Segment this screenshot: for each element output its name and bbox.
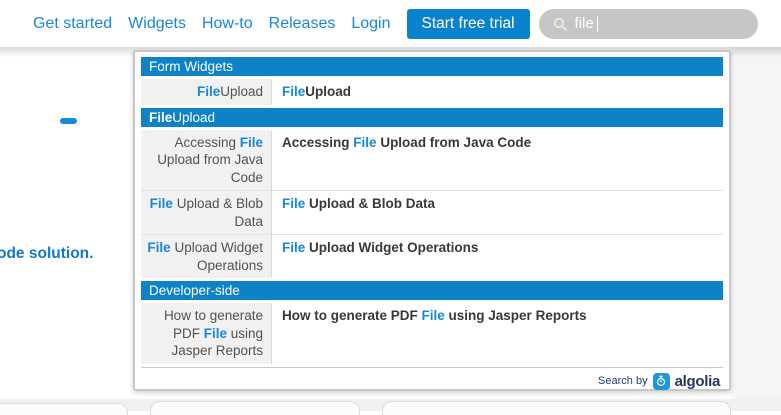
result-title-cell: File Upload Widget Operations xyxy=(272,235,723,278)
search-pill[interactable] xyxy=(539,9,758,39)
start-free-trial-button[interactable]: Start free trial xyxy=(407,9,530,39)
match-highlight: File xyxy=(353,135,376,150)
dropdown-sections: Form WidgetsFileUploadFileUploadFileUplo… xyxy=(141,57,723,364)
algolia-attribution[interactable]: Search by algolia xyxy=(141,368,723,390)
result-text: Form Widgets xyxy=(149,59,233,74)
section-header: Form Widgets xyxy=(141,57,723,76)
nav-link-widgets[interactable]: Widgets xyxy=(128,15,186,32)
algolia-wordmark: algolia xyxy=(675,373,720,390)
heading-accent-dash xyxy=(60,118,77,124)
result-text: Upload & Blob Data xyxy=(173,196,263,229)
nav-links: Get started Widgets How-to Releases Login xyxy=(33,15,407,33)
result-row[interactable]: Accessing File Upload from Java CodeAcce… xyxy=(141,130,723,191)
result-text: Upload xyxy=(305,84,351,99)
match-highlight: File xyxy=(197,84,220,99)
result-text: How to generate PDF xyxy=(282,308,422,323)
background-card xyxy=(150,401,360,415)
result-text: Upload Widget Operations xyxy=(305,240,478,255)
match-highlight: File xyxy=(282,84,305,99)
result-text: Accessing xyxy=(174,135,239,150)
match-highlight: File xyxy=(422,308,445,323)
match-highlight: File xyxy=(149,110,172,125)
page-heading-fragment: ode solution. xyxy=(0,245,93,263)
background-card xyxy=(0,403,128,415)
result-row[interactable]: File Upload & Blob DataFile Upload & Blo… xyxy=(141,190,723,234)
result-label-cell: File Upload Widget Operations xyxy=(141,235,272,278)
result-title-cell: FileUpload xyxy=(272,79,723,105)
result-text: using Jasper Reports xyxy=(445,308,587,323)
nav-link-login[interactable]: Login xyxy=(351,15,390,32)
result-label-cell: How to generate PDF File using Jasper Re… xyxy=(141,303,272,364)
text-caret xyxy=(597,16,599,32)
section-header: FileUpload xyxy=(141,108,723,127)
navbar: Get started Widgets How-to Releases Login St… xyxy=(0,0,781,47)
result-text: Upload from Java Code xyxy=(377,135,532,150)
result-label-cell: FileUpload xyxy=(141,79,272,105)
match-highlight: File xyxy=(204,326,227,341)
nav-link-releases[interactable]: Releases xyxy=(269,15,336,32)
result-title-cell: How to generate PDF File using Jasper Re… xyxy=(272,303,723,364)
background-card xyxy=(382,401,731,415)
nav-link-how-to[interactable]: How-to xyxy=(202,15,253,32)
section-header: Developer-side xyxy=(141,281,723,300)
search-input[interactable] xyxy=(575,15,758,32)
result-text: Developer-side xyxy=(149,283,240,298)
magnifier-icon xyxy=(552,16,568,32)
result-text: Upload Widget Operations xyxy=(171,240,263,273)
match-highlight: File xyxy=(147,240,170,255)
nav-link-get-started[interactable]: Get started xyxy=(33,15,112,32)
result-text: Upload xyxy=(172,110,215,125)
search-dropdown: Form WidgetsFileUploadFileUploadFileUplo… xyxy=(133,50,731,391)
result-text: Upload & Blob Data xyxy=(305,196,435,211)
page-background-right xyxy=(731,47,781,411)
match-highlight: File xyxy=(282,196,305,211)
algolia-logo-icon xyxy=(653,373,670,390)
result-row[interactable]: How to generate PDF File using Jasper Re… xyxy=(141,303,723,364)
result-text: Accessing xyxy=(282,135,353,150)
result-title-cell: Accessing File Upload from Java Code xyxy=(272,130,723,191)
result-label-cell: Accessing File Upload from Java Code xyxy=(141,130,272,191)
match-highlight: File xyxy=(240,135,263,150)
result-title-cell: File Upload & Blob Data xyxy=(272,191,723,234)
result-label-cell: File Upload & Blob Data xyxy=(141,191,272,234)
search-by-label: Search by xyxy=(598,375,648,387)
result-text: Upload xyxy=(220,84,263,99)
result-row[interactable]: FileUploadFileUpload xyxy=(141,79,723,105)
result-text: Upload from Java Code xyxy=(157,152,263,185)
match-highlight: File xyxy=(150,196,173,211)
result-row[interactable]: File Upload Widget OperationsFile Upload… xyxy=(141,234,723,278)
match-highlight: File xyxy=(282,240,305,255)
